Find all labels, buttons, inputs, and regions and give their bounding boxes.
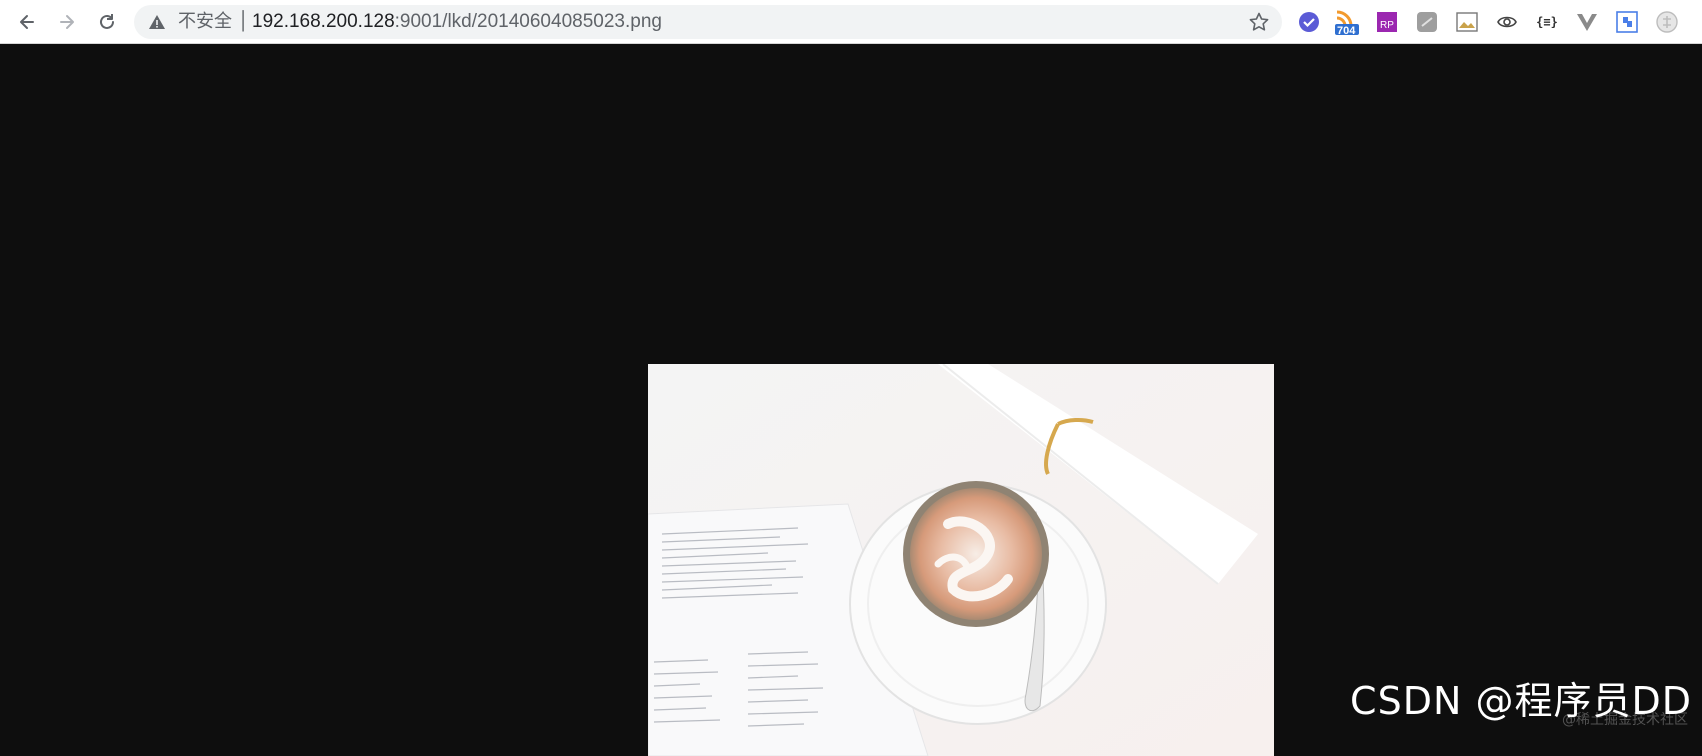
coffee-photo[interactable] bbox=[648, 364, 1274, 756]
extension-json-icon[interactable]: {≡} bbox=[1534, 9, 1560, 35]
extension-gray-icon[interactable] bbox=[1414, 9, 1440, 35]
watermark-csdn: CSDN @程序员DD bbox=[1350, 679, 1692, 723]
extension-puzzle-icon[interactable] bbox=[1614, 9, 1640, 35]
reload-icon bbox=[100, 14, 114, 29]
url-text[interactable]: 192.168.200.128:9001/lkd/20140604085023.… bbox=[252, 12, 662, 32]
forward-button[interactable] bbox=[51, 6, 83, 38]
star-icon[interactable] bbox=[1248, 11, 1270, 33]
reload-button[interactable] bbox=[91, 6, 123, 38]
extension-check-icon[interactable] bbox=[1296, 9, 1322, 35]
back-button[interactable] bbox=[11, 6, 43, 38]
address-bar[interactable]: 不安全 │ 192.168.200.128:9001/lkd/201406040… bbox=[134, 5, 1282, 39]
browser-toolbar: 不安全 │ 192.168.200.128:9001/lkd/201406040… bbox=[0, 0, 1702, 44]
url-host: 192.168.200.128 bbox=[252, 11, 395, 32]
extension-badge: 704 bbox=[1337, 25, 1356, 37]
extension-rp-icon[interactable]: RP bbox=[1374, 9, 1400, 35]
url-path: :9001/lkd/20140604085023.png bbox=[394, 11, 662, 32]
extension-circle-icon[interactable] bbox=[1654, 9, 1680, 35]
image-viewer: @稀土掘金技术社区 CSDN @程序员DD bbox=[0, 44, 1702, 756]
extension-image-icon[interactable] bbox=[1454, 9, 1480, 35]
svg-text:RP: RP bbox=[1380, 20, 1394, 31]
extension-eye-icon[interactable] bbox=[1494, 9, 1520, 35]
security-label[interactable]: 不安全 │ bbox=[178, 13, 249, 31]
extension-rss-icon[interactable]: 704 bbox=[1334, 9, 1360, 37]
back-arrow-icon bbox=[20, 15, 34, 29]
forward-arrow-icon bbox=[60, 15, 74, 29]
extension-vue-icon[interactable] bbox=[1574, 9, 1600, 35]
warning-icon bbox=[149, 15, 165, 29]
